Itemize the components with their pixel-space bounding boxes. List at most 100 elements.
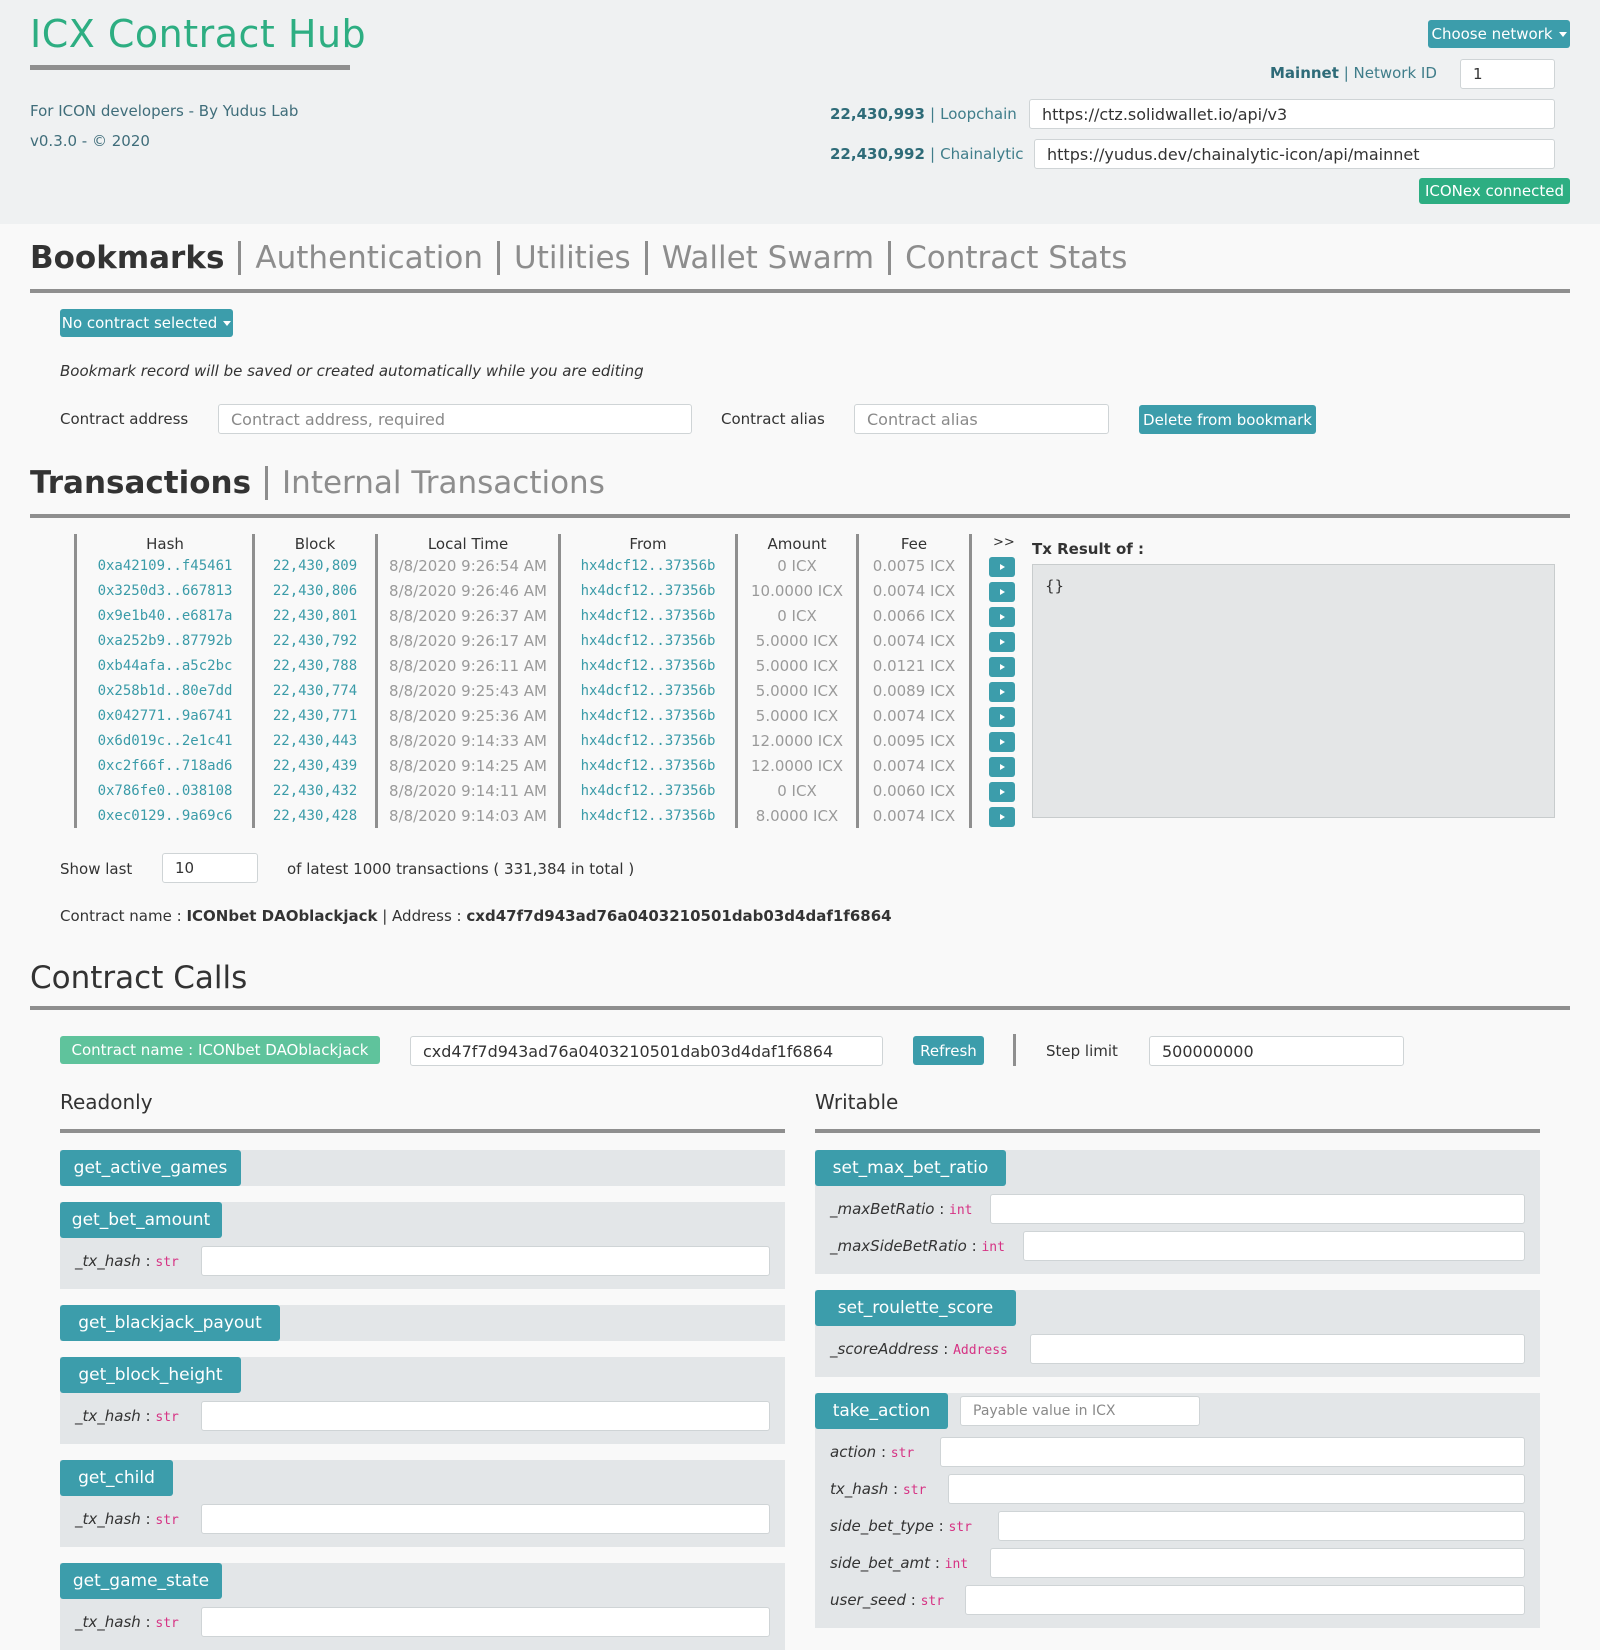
view-result-button[interactable] [989,607,1015,627]
contract-name-badge: Contract name : ICONbet DAOblackjack [60,1036,380,1064]
contract-name-label: Contract name : [60,907,182,925]
tab-bookmarks[interactable]: Bookmarks [30,240,224,276]
param-input-user-seed[interactable] [965,1585,1525,1615]
tx-hash-cell[interactable]: 0x3250d3..667813 [78,581,252,601]
tx-hash-cell[interactable]: 0xec0129..9a69c6 [78,806,252,826]
tx-from-cell[interactable]: hx4dcf12..37356b [562,631,734,651]
network-id-label: Network ID [1353,64,1437,82]
view-result-button[interactable] [989,732,1015,752]
tx-block-cell[interactable]: 22,430,774 [256,681,374,701]
param-input-tx-hash[interactable] [201,1607,770,1637]
view-result-button[interactable] [989,782,1015,802]
tx-block-cell[interactable]: 22,430,792 [256,631,374,651]
tx-amount-cell: 8.0000 ICX [755,807,839,825]
tx-block-cell[interactable]: 22,430,439 [256,756,374,776]
function-button-set-max-bet-ratio[interactable]: set_max_bet_ratio [815,1150,1006,1186]
function-button-get-child[interactable]: get_child [60,1460,173,1496]
tx-from-cell[interactable]: hx4dcf12..37356b [562,681,734,701]
tx-from-cell[interactable]: hx4dcf12..37356b [562,781,734,801]
tx-from-cell[interactable]: hx4dcf12..37356b [562,656,734,676]
param-input-tx-hash[interactable] [201,1246,770,1276]
view-result-button[interactable] [989,757,1015,777]
function-button-get-bet-amount[interactable]: get_bet_amount [60,1202,222,1238]
refresh-button[interactable]: Refresh [913,1036,984,1065]
param-input-tx-hash[interactable] [948,1474,1525,1504]
param-input-action[interactable] [940,1437,1525,1467]
tx-from-cell[interactable]: hx4dcf12..37356b [562,806,734,826]
tab-authentication[interactable]: Authentication [255,240,483,276]
network-name: Mainnet [1270,64,1339,82]
tab-utilities[interactable]: Utilities [514,240,631,276]
param-input-scoreAddress[interactable] [1030,1334,1525,1364]
view-result-button[interactable] [989,557,1015,577]
tx-hash-cell[interactable]: 0xc2f66f..718ad6 [78,756,252,776]
contract-address-input[interactable]: Contract address, required [218,404,692,434]
tx-block-cell[interactable]: 22,430,806 [256,581,374,601]
tx-tabs: Transactions Internal Transactions [30,465,605,501]
contract-name: ICONbet DAOblackjack [186,907,378,925]
contract-alias-label: Contract alias [721,410,825,428]
tab-wallet-swarm[interactable]: Wallet Swarm [662,240,874,276]
tx-hash-cell[interactable]: 0x258b1d..80e7dd [78,681,252,701]
contract-alias-input[interactable]: Contract alias [854,404,1109,434]
play-icon [999,639,1005,645]
writable-divider [815,1129,1540,1133]
tx-block-cell[interactable]: 22,430,428 [256,806,374,826]
param-input-tx-hash[interactable] [201,1504,770,1534]
view-result-button[interactable] [989,632,1015,652]
contract-select-dropdown[interactable]: No contract selected [60,309,233,337]
tx-from-cell[interactable]: hx4dcf12..37356b [562,606,734,626]
choose-network-button[interactable]: Choose network [1428,20,1570,48]
function-button-get-active-games[interactable]: get_active_games [60,1150,241,1186]
param-label: _tx_hash : str [75,1510,179,1528]
tx-block-cell[interactable]: 22,430,788 [256,656,374,676]
function-button-set-roulette-score[interactable]: set_roulette_score [815,1290,1016,1326]
show-last-input[interactable]: 10 [162,853,258,883]
view-result-button[interactable] [989,582,1015,602]
param-input-side-bet-type[interactable] [998,1511,1525,1541]
call-contract-address-input[interactable]: cxd47f7d943ad76a0403210501dab03d4daf1f68… [410,1036,883,1066]
chainalytic-url-input[interactable]: https://yudus.dev/chainalytic-icon/api/m… [1034,139,1555,169]
param-input-maxBetRatio[interactable] [990,1194,1525,1224]
tx-from-cell[interactable]: hx4dcf12..37356b [562,556,734,576]
step-limit-input[interactable]: 500000000 [1149,1036,1404,1066]
view-result-button[interactable] [989,707,1015,727]
tx-amount-cell: 12.0000 ICX [751,732,843,750]
tx-from-cell[interactable]: hx4dcf12..37356b [562,581,734,601]
param-input-maxSideBetRatio[interactable] [1023,1231,1525,1261]
tx-hash-cell[interactable]: 0xa252b9..87792b [78,631,252,651]
tx-from-cell[interactable]: hx4dcf12..37356b [562,706,734,726]
function-button-take-action[interactable]: take_action [815,1393,948,1429]
separator: | [1343,64,1349,82]
tx-from-cell[interactable]: hx4dcf12..37356b [562,731,734,751]
tx-hash-cell[interactable]: 0x786fe0..038108 [78,781,252,801]
tx-block-cell[interactable]: 22,430,771 [256,706,374,726]
tx-block-cell[interactable]: 22,430,801 [256,606,374,626]
tx-result-textarea[interactable]: {} [1032,564,1555,818]
tab-contract-stats[interactable]: Contract Stats [905,240,1127,276]
tx-hash-cell[interactable]: 0x6d019c..2e1c41 [78,731,252,751]
tx-hash-cell[interactable]: 0xb44afa..a5c2bc [78,656,252,676]
tx-hash-cell[interactable]: 0x9e1b40..e6817a [78,606,252,626]
function-button-get-game-state[interactable]: get_game_state [60,1563,222,1599]
tx-block-cell[interactable]: 22,430,809 [256,556,374,576]
show-last-label: Show last [60,860,133,878]
delete-bookmark-button[interactable]: Delete from bookmark [1139,405,1316,434]
network-id-input[interactable]: 1 [1460,59,1555,89]
view-result-button[interactable] [989,682,1015,702]
function-button-get-blackjack-payout[interactable]: get_blackjack_payout [60,1305,280,1341]
tx-hash-cell[interactable]: 0x042771..9a6741 [78,706,252,726]
view-result-button[interactable] [989,807,1015,827]
loopchain-url-input[interactable]: https://ctz.solidwallet.io/api/v3 [1029,99,1555,129]
tx-hash-cell[interactable]: 0xa42109..f45461 [78,556,252,576]
view-result-button[interactable] [989,657,1015,677]
param-input-tx-hash[interactable] [201,1401,770,1431]
param-input-side-bet-amt[interactable] [990,1548,1525,1578]
tx-from-cell[interactable]: hx4dcf12..37356b [562,756,734,776]
function-button-get-block-height[interactable]: get_block_height [60,1357,241,1393]
payable-value-input[interactable]: Payable value in ICX [960,1396,1200,1426]
tab-internal-transactions[interactable]: Internal Transactions [282,465,605,501]
tab-transactions[interactable]: Transactions [30,465,251,501]
tx-block-cell[interactable]: 22,430,443 [256,731,374,751]
tx-block-cell[interactable]: 22,430,432 [256,781,374,801]
